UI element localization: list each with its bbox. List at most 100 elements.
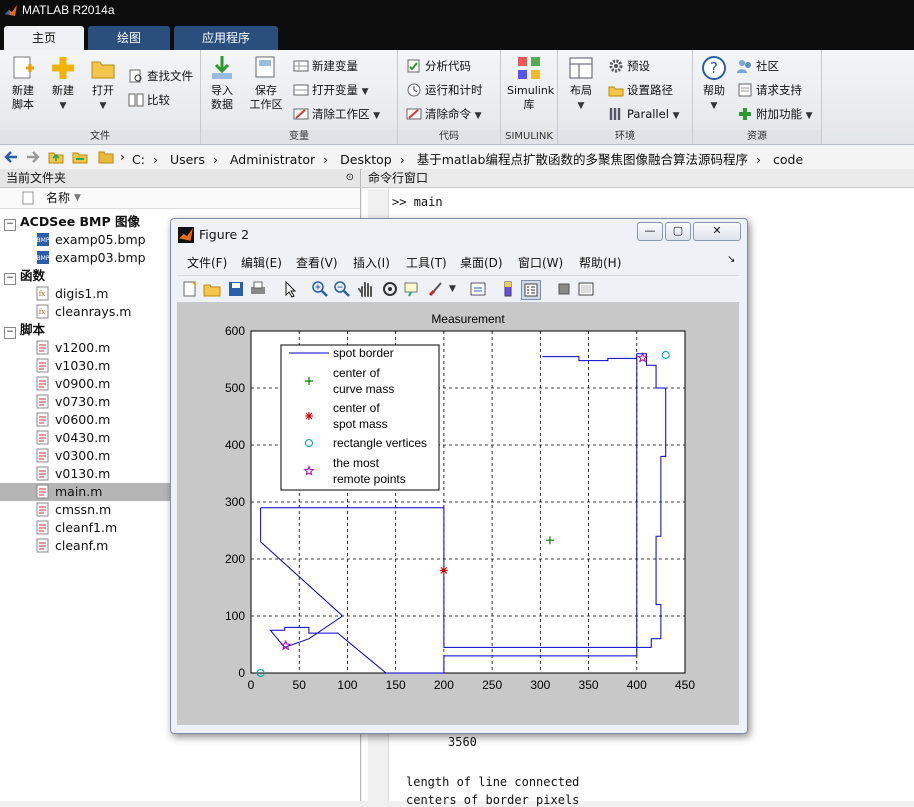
close-button[interactable]: ✕ <box>693 222 741 241</box>
hide-tools-icon[interactable] <box>555 280 573 298</box>
back-arrow-icon[interactable] <box>4 150 18 164</box>
tab-plots[interactable]: 绘图 <box>88 26 170 50</box>
zoom-in-icon[interactable] <box>311 280 329 298</box>
legend-entry-label: spot mass <box>333 417 388 431</box>
script-file-icon <box>36 466 49 481</box>
colorbar-icon[interactable] <box>499 280 517 298</box>
collapse-icon[interactable]: − <box>4 273 16 285</box>
set-path-icon <box>608 86 624 97</box>
request-support-label: 请求支持 <box>756 83 802 97</box>
new-variable-button[interactable]: 新建变量 <box>293 56 358 76</box>
data-cursor-icon[interactable] <box>403 280 421 298</box>
func-file-icon: fx <box>36 286 49 301</box>
menu-edit[interactable]: 编辑(E) <box>241 254 282 271</box>
rotate-3d-icon[interactable] <box>381 280 399 298</box>
column-header: 名称 ▼ <box>0 188 360 209</box>
crumb-code[interactable]: code <box>773 152 803 167</box>
menu-insert[interactable]: 插入(I) <box>353 254 390 271</box>
new-label: 新建 <box>52 84 74 97</box>
simulink-library-button[interactable]: Simulink 库 <box>507 54 554 112</box>
addons-button[interactable]: 附加功能 ▼ <box>737 104 813 124</box>
y-tick-label: 300 <box>225 495 245 509</box>
dock-arrow-icon[interactable]: ↘ <box>727 254 735 265</box>
script-file-icon <box>36 502 49 517</box>
pan-hand-icon[interactable] <box>357 280 375 298</box>
run-and-time-button[interactable]: 运行和计时 <box>406 80 483 100</box>
section-label: ACDSee BMP 图像 <box>20 214 141 229</box>
save-icon[interactable] <box>227 280 245 298</box>
crumb-administrator[interactable]: Administrator <box>230 152 315 167</box>
crumb-project[interactable]: 基于matlab编程点扩散函数的多聚焦图像融合算法源码程序 <box>417 152 748 167</box>
crumb-users[interactable]: Users <box>170 152 205 167</box>
menu-view[interactable]: 查看(V) <box>296 254 338 271</box>
preferences-button[interactable]: 预设 <box>608 56 650 76</box>
run-and-time-label: 运行和计时 <box>425 83 483 97</box>
up-folder-icon[interactable] <box>48 149 64 165</box>
collapse-icon[interactable]: − <box>4 219 16 231</box>
brush-icon[interactable] <box>427 280 445 298</box>
menu-desktop[interactable]: 桌面(D) <box>460 254 503 271</box>
open-variable-button[interactable]: 打开变量 ▼ <box>293 80 369 100</box>
compare-button[interactable]: 比较 <box>128 90 170 110</box>
save-workspace-button[interactable]: 保存 工作区 <box>245 54 287 112</box>
layout-button[interactable]: 布局 ▼ <box>560 54 602 113</box>
file-name: cleanf.m <box>55 538 109 553</box>
x-tick-label: 300 <box>530 678 550 692</box>
analyze-code-button[interactable]: 分析代码 <box>406 56 471 76</box>
pointer-icon[interactable] <box>281 280 299 298</box>
command-line[interactable]: >> main <box>392 195 443 209</box>
parallel-button[interactable]: Parallel ▼ <box>608 104 679 124</box>
crumb-chevron-icon: › <box>212 152 218 167</box>
collapse-icon[interactable]: − <box>4 327 16 339</box>
current-folder-header: 当前文件夹 ⊙ <box>0 169 360 188</box>
open-button[interactable]: 打开 ▼ <box>82 54 124 113</box>
group-code: 分析代码 运行和计时 清除命令 ▼ 代码 <box>398 50 501 144</box>
bmp-file-icon: BMP <box>37 251 50 264</box>
svg-text:BMP: BMP <box>37 255 50 262</box>
menu-help[interactable]: 帮助(H) <box>579 254 621 271</box>
zoom-out-icon[interactable] <box>333 280 351 298</box>
browse-folder-icon[interactable] <box>72 149 88 165</box>
open-file-icon[interactable] <box>203 280 221 298</box>
preferences-label: 预设 <box>627 59 650 73</box>
chart-title: Measurement <box>431 312 505 326</box>
request-support-button[interactable]: 请求支持 <box>737 80 802 100</box>
legend-icon[interactable] <box>521 280 541 300</box>
crumb-drive[interactable]: C: <box>132 152 145 167</box>
clear-workspace-button[interactable]: 清除工作区 ▼ <box>293 104 380 124</box>
link-plot-icon[interactable] <box>469 280 487 298</box>
brush-caret-icon[interactable]: ▼ <box>449 284 456 294</box>
forward-arrow-icon[interactable] <box>26 150 40 164</box>
tab-apps[interactable]: 应用程序 <box>174 26 278 50</box>
request-support-icon <box>738 83 752 97</box>
clear-commands-caret-icon: ▼ <box>474 111 482 121</box>
set-path-button[interactable]: 设置路径 <box>608 80 673 100</box>
crumb-chevron-icon: › <box>152 152 158 167</box>
panel-actions-icon[interactable]: ⊙ <box>346 169 354 187</box>
clear-commands-button[interactable]: 清除命令 ▼ <box>406 104 482 124</box>
column-name[interactable]: 名称 <box>46 188 70 208</box>
title-bar: MATLAB R2014a <box>0 0 914 22</box>
file-name: v0130.m <box>55 466 111 481</box>
new-figure-icon[interactable] <box>181 280 199 298</box>
menu-tools[interactable]: 工具(T) <box>406 254 447 271</box>
measurement-plot[interactable]: Measurement 0 50 100 150 200 250 300 350 400 450 0 1… <box>177 303 739 725</box>
print-icon[interactable] <box>249 280 267 298</box>
menu-file[interactable]: 文件(F) <box>187 254 227 271</box>
find-files-button[interactable]: 查找文件 <box>128 66 193 86</box>
folder-icon <box>98 151 114 164</box>
tab-home[interactable]: 主页 <box>4 26 84 50</box>
help-button[interactable]: ? 帮助 ▼ <box>693 54 735 113</box>
menu-window[interactable]: 窗口(W) <box>518 254 563 271</box>
open-variable-caret-icon: ▼ <box>361 87 369 97</box>
show-tools-icon[interactable] <box>577 280 595 298</box>
minimize-button[interactable]: — <box>637 222 663 241</box>
new-button[interactable]: 新建 ▼ <box>42 54 84 113</box>
new-script-button[interactable]: 新建 脚本 <box>2 54 44 112</box>
group-label-environment: 环境 <box>558 130 692 144</box>
import-data-button[interactable]: 导入 数据 <box>201 54 243 112</box>
maximize-button[interactable]: ▢ <box>665 222 691 241</box>
crumb-desktop[interactable]: Desktop <box>340 152 392 167</box>
community-button[interactable]: 社区 <box>737 56 779 76</box>
x-tick-label: 400 <box>627 678 647 692</box>
